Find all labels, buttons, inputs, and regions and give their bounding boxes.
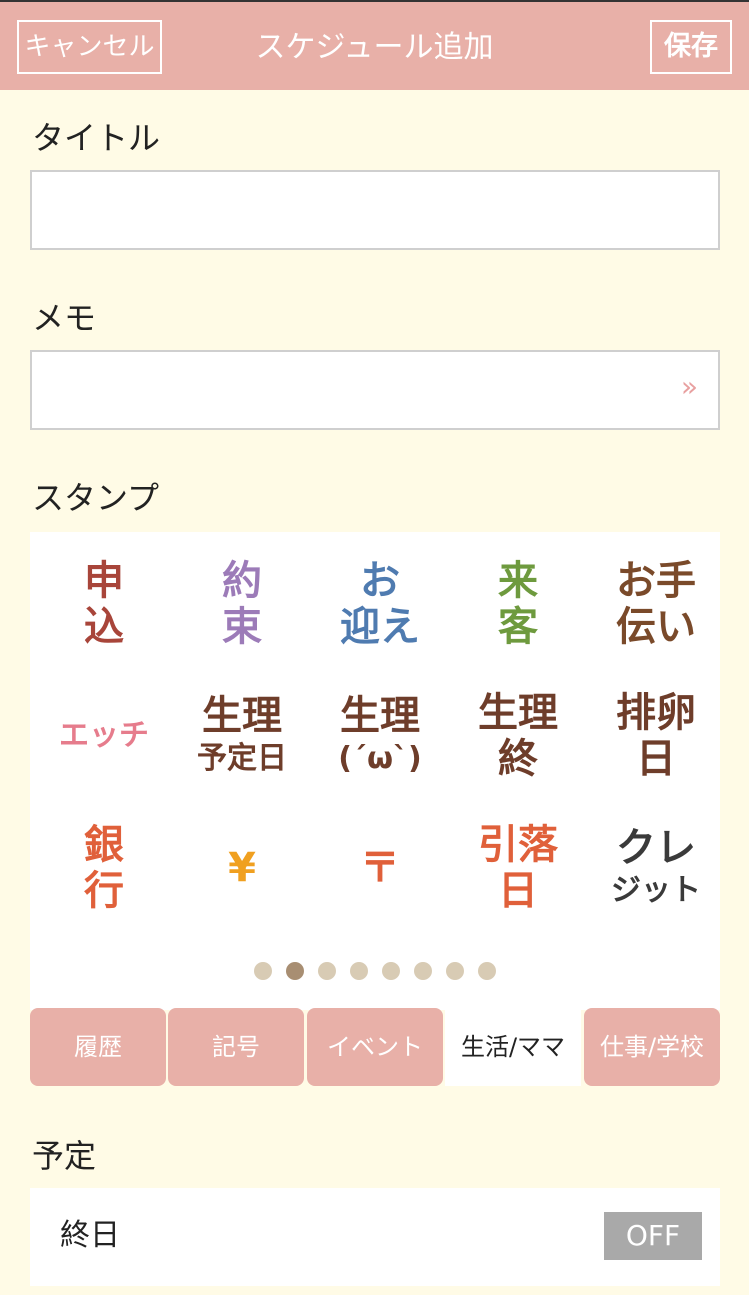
stamp-text: ¥ (228, 845, 256, 891)
memo-input[interactable]: » (30, 350, 720, 430)
page-dot[interactable] (318, 962, 336, 980)
stamp-text: 日 (498, 868, 538, 914)
tab-2[interactable]: イベント (307, 1008, 443, 1086)
stamp-text: 行 (84, 868, 124, 914)
stamp-text: (´ω`) (338, 741, 422, 776)
page-dot[interactable] (382, 962, 400, 980)
stamp-text: クレ (616, 825, 696, 871)
stamp-grid: 申込約束お迎え来客お手 伝い エッチ 生理 予定日 生理 (´ω`) 生理終排卵日銀行 ¥ 〒引落… (30, 532, 720, 1010)
stamp-item[interactable]: 生理 予定日 (180, 676, 304, 796)
stamp-text: 迎え (340, 604, 420, 650)
page-dot[interactable] (350, 962, 368, 980)
stamp-text: 日 (636, 736, 676, 782)
stamp-item[interactable]: エッチ (42, 676, 166, 796)
stamp-text: 伝い (616, 604, 696, 650)
stamp-text: 終 (498, 736, 538, 782)
tab-1[interactable]: 記号 (168, 1008, 304, 1086)
stamp-item[interactable]: 引落日 (456, 808, 580, 928)
stamp-item[interactable]: 銀行 (42, 808, 166, 928)
stamp-text: ジット (611, 873, 701, 908)
stamp-item[interactable]: 来客 (456, 544, 580, 664)
stamp-item[interactable]: 生理終 (456, 676, 580, 796)
stamp-text: 銀 (84, 822, 124, 868)
page-dot[interactable] (286, 962, 304, 980)
stamp-text: 来 (498, 558, 538, 604)
allday-label: 終日 (60, 1218, 120, 1253)
stamp-text: 〒 (360, 845, 400, 891)
page-dot[interactable] (446, 962, 464, 980)
stamp-item[interactable]: クレ ジット (594, 808, 718, 928)
stamp-text: お手 (616, 558, 696, 604)
page-indicator (30, 962, 720, 982)
stamp-item[interactable]: 〒 (318, 808, 442, 928)
stamp-category-tabs: 履歴 記号 イベント 生活/ママ 仕事/学校 (30, 1008, 720, 1086)
memo-label: メモ (32, 299, 97, 337)
page-dot[interactable] (254, 962, 272, 980)
stamp-item[interactable]: お迎え (318, 544, 442, 664)
allday-toggle[interactable]: OFF (604, 1212, 702, 1260)
stamp-text: お (360, 558, 400, 604)
title-label: タイトル (32, 119, 161, 157)
stamp-text: 生理 (340, 693, 420, 739)
allday-row: 終日 OFF (30, 1188, 720, 1286)
save-button[interactable]: 保存 (650, 20, 732, 74)
chevron-double-right-icon: » (680, 370, 698, 403)
tab-0[interactable]: 履歴 (30, 1008, 166, 1086)
stamp-text: 生理 (478, 690, 558, 736)
stamp-item[interactable]: 約束 (180, 544, 304, 664)
stamp-item[interactable]: 排卵日 (594, 676, 718, 796)
stamp-text: エッチ (59, 718, 149, 753)
page-dot[interactable] (414, 962, 432, 980)
stamp-text: 排卵 (616, 690, 696, 736)
tab-4[interactable]: 仕事/学校 (584, 1008, 720, 1086)
tab-3[interactable]: 生活/ママ (445, 1008, 581, 1086)
stamp-text: 生理 (202, 693, 282, 739)
stamp-item[interactable]: 申込 (42, 544, 166, 664)
schedule-label: 予定 (32, 1137, 97, 1175)
nav-header: キャンセル スケジュール追加 保存 (0, 0, 749, 90)
stamp-item[interactable]: 生理 (´ω`) (318, 676, 442, 796)
page-dot[interactable] (478, 962, 496, 980)
stamp-text: 客 (498, 604, 538, 650)
stamp-text: 込 (84, 604, 124, 650)
stamp-text: 引落 (478, 822, 558, 868)
stamp-item[interactable]: お手 伝い (594, 544, 718, 664)
stamp-text: 予定日 (197, 741, 287, 776)
stamp-text: 申 (84, 558, 124, 604)
stamp-label: スタンプ (32, 479, 160, 517)
stamp-text: 約 (222, 558, 262, 604)
stamp-item[interactable]: ¥ (180, 808, 304, 928)
title-input[interactable] (30, 170, 720, 250)
page-title: スケジュール追加 (255, 30, 494, 65)
stamp-text: 束 (222, 604, 262, 650)
